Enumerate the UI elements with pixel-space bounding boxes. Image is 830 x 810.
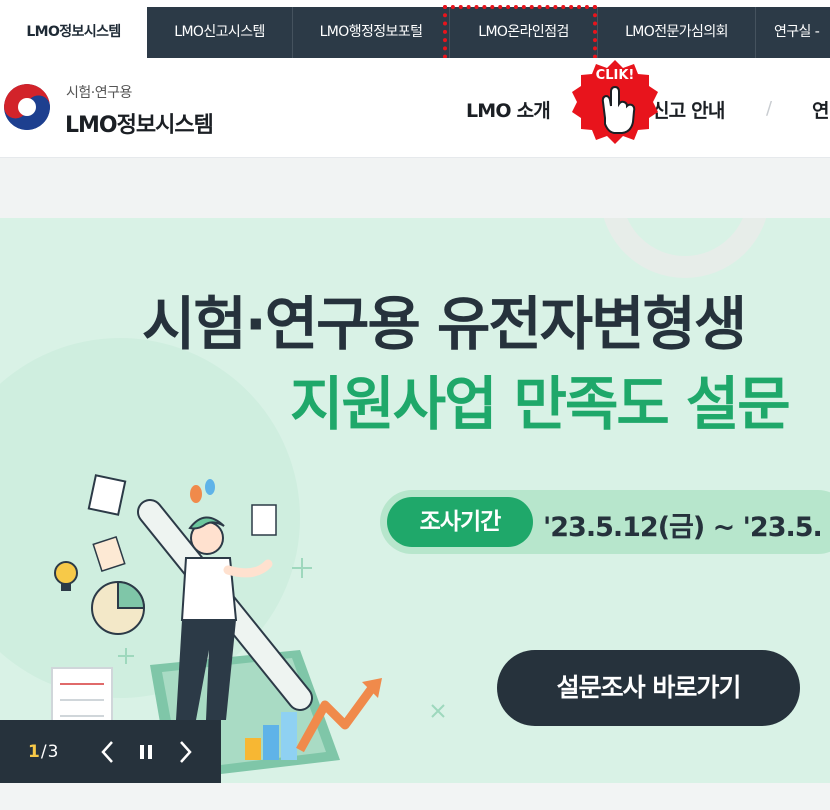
logo-subtitle: 시험·연구용 xyxy=(66,85,132,101)
chart-bar xyxy=(281,712,297,760)
slider-controls: 1/3 xyxy=(0,720,221,783)
slide-pause-button[interactable] xyxy=(133,737,159,767)
slide-total: /3 xyxy=(40,742,60,762)
slide-counter: 1/3 xyxy=(28,742,59,762)
site-header: 시험·연구용 LMO정보시스템 LMO 소개 신고 안내 / 연 xyxy=(0,58,830,158)
tab-lmo-admin-portal[interactable]: LMO행정정보포털 xyxy=(293,7,450,58)
chevron-right-icon xyxy=(180,741,192,763)
government-emblem-icon[interactable] xyxy=(4,84,50,130)
click-badge: CLIK! xyxy=(567,58,663,150)
banner-top-band xyxy=(0,158,830,218)
go-to-survey-button[interactable]: 설문조사 바로가기 xyxy=(497,650,800,726)
slide-prev-button[interactable] xyxy=(95,737,121,767)
chart-bar xyxy=(263,725,279,760)
nav-research[interactable]: 연 xyxy=(812,96,829,123)
slide-next-button[interactable] xyxy=(172,737,198,767)
tab-lab[interactable]: 연구실 - xyxy=(756,7,830,58)
tab-lmo-report-system[interactable]: LMO신고시스템 xyxy=(147,7,293,58)
bg-ring xyxy=(600,218,770,278)
top-strip xyxy=(0,0,830,7)
nav-lmo-intro[interactable]: LMO 소개 xyxy=(466,96,551,123)
banner-title-line2: 지원사업 만족도 설문 xyxy=(290,370,791,438)
survey-period-value: '23.5.12(금) ~ '23.5. xyxy=(543,512,823,543)
nav-separator: / xyxy=(766,98,773,119)
chart-bar xyxy=(245,738,261,760)
slide-current: 1 xyxy=(28,742,41,762)
pause-icon xyxy=(140,745,152,759)
report-icon xyxy=(251,504,277,536)
banner-title-line1: 시험·연구용 유전자변형생 xyxy=(142,290,747,358)
tab-lmo-expert-committee[interactable]: LMO전문가심의회 xyxy=(598,7,756,58)
lightbulb-icon xyxy=(54,561,78,585)
site-tabs-bar: LMO정보시스템 LMO신고시스템 LMO행정정보포털 LMO온라인점검 LMO… xyxy=(0,0,830,58)
banner-bottom-band xyxy=(0,783,830,810)
logo-title[interactable]: LMO정보시스템 xyxy=(65,107,214,139)
click-badge-label: CLIK! xyxy=(596,68,635,83)
chevron-left-icon xyxy=(101,741,113,763)
paper-icon xyxy=(87,474,127,516)
tab-lmo-info-system[interactable]: LMO정보시스템 xyxy=(0,7,147,58)
